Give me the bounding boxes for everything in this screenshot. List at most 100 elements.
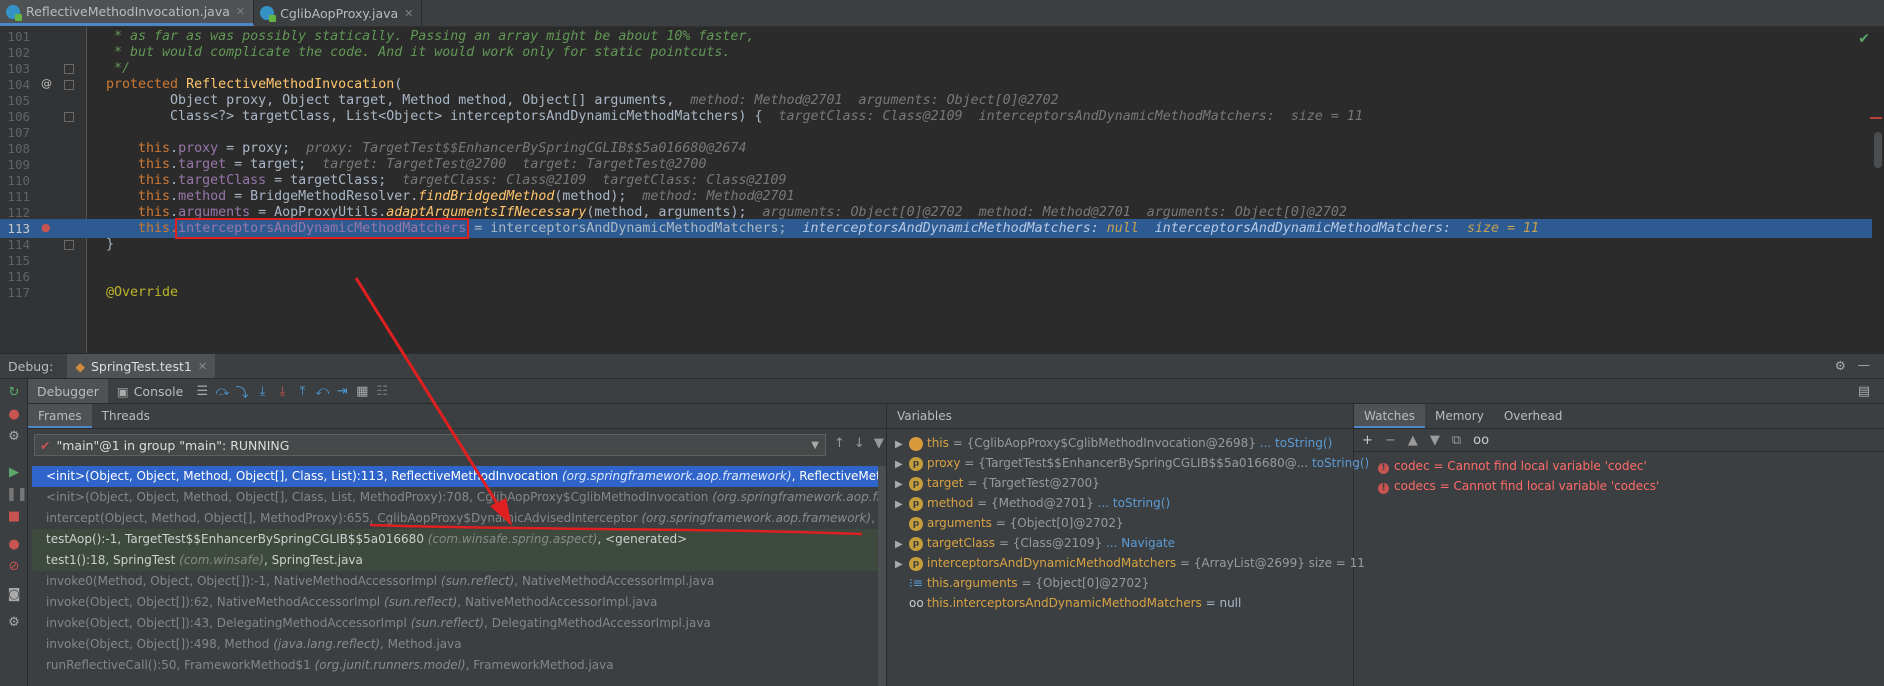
expand-arrow-icon[interactable]: ▶ xyxy=(895,435,909,455)
expand-arrow-icon[interactable]: ▶ xyxy=(895,495,909,515)
stack-frame[interactable]: runReflectiveCall():50, FrameworkMethod$… xyxy=(32,655,886,676)
tab-debugger[interactable]: Debugger xyxy=(28,379,108,403)
stack-frame[interactable]: testAop():-1, TargetTest$$EnhancerBySpri… xyxy=(32,529,886,550)
stack-frame[interactable]: test1():18, SpringTest (com.winsafe), Sp… xyxy=(32,550,886,571)
variable-row[interactable]: ▶ p interceptorsAndDynamicMethodMatchers =… xyxy=(887,553,1365,575)
arrow-down-icon[interactable]: ↓ xyxy=(854,436,865,451)
inline-debug-hint: method: Method@2701 arguments: Object[0]… xyxy=(690,93,1059,108)
inline-debug-hint: size = 11 xyxy=(1466,221,1540,236)
frames-scrollbar[interactable] xyxy=(878,466,886,686)
arrow-up-icon[interactable]: ↑ xyxy=(834,436,845,451)
fold-marker-icon[interactable] xyxy=(64,112,74,122)
variable-row[interactable]: ▶ p targetClass = {Class@2109} ... Navigat… xyxy=(887,533,1353,553)
variable-row[interactable]: ▶ p proxy = {TargetTest$$EnhancerBySpringC… xyxy=(887,453,1369,475)
step-out-icon[interactable]: ⤒ xyxy=(293,384,311,399)
tab-memory[interactable]: Memory xyxy=(1425,404,1494,428)
trace-icon[interactable]: ☷ xyxy=(373,384,391,399)
restore-layout-icon[interactable]: ▤ xyxy=(1855,384,1873,399)
settings-gear-icon[interactable]: ⚙ xyxy=(6,615,22,631)
step-over-icon[interactable]: ⤵ xyxy=(233,382,251,401)
parameter-icon: p xyxy=(909,536,923,551)
mute-breakpoints-icon[interactable]: ⊘ xyxy=(6,559,22,575)
filter-icon[interactable]: ▼ xyxy=(874,436,884,451)
inline-debug-hint: interceptorsAndDynamicMethodMatchers: xyxy=(1138,221,1467,236)
frame-navigation: ↑ ↓ ▼ xyxy=(834,436,884,451)
variable-row[interactable]: ▶ p method = {Method@2701} ... toString() xyxy=(887,493,1353,513)
close-icon[interactable]: ✕ xyxy=(198,360,207,373)
move-down-icon[interactable]: ▼ xyxy=(1430,433,1440,448)
expand-arrow-icon[interactable]: ▶ xyxy=(895,455,909,475)
fold-marker-icon[interactable] xyxy=(64,240,74,250)
variable-row[interactable]: ▶ this = {CglibAopProxy$CglibMethodInvoca… xyxy=(887,433,1353,453)
pause-icon[interactable]: ❚❚ xyxy=(6,487,28,503)
view-breakpoints-icon[interactable]: ● xyxy=(6,537,22,553)
copy-icon[interactable]: ⧉ xyxy=(1452,433,1461,448)
error-icon: ! xyxy=(1378,463,1389,474)
drop-frame-icon[interactable]: ⤺ xyxy=(313,384,331,399)
stack-frame[interactable]: intercept(Object, Method, Object[], Meth… xyxy=(32,508,886,529)
resume-icon[interactable]: ▶ xyxy=(6,465,22,481)
stack-frame[interactable]: invoke(Object, Object[]):62, NativeMetho… xyxy=(32,592,886,613)
gear-icon[interactable]: ⚙ xyxy=(1835,358,1846,373)
code-line[interactable]: 117 @Override xyxy=(0,283,1872,302)
variable-row[interactable]: ⁝≡ this.arguments = {Object[0]@2702} xyxy=(887,573,1353,593)
fold-marker-icon[interactable] xyxy=(64,64,74,74)
settings-icon[interactable]: ⚙ xyxy=(6,429,22,445)
watch-row[interactable]: ! codecs = Cannot find local variable 'co… xyxy=(1354,476,1884,496)
tab-reflective-method-invocation[interactable]: ReflectiveMethodInvocation.java ✕ xyxy=(0,0,255,26)
inline-debug-hint: method: Method@2701 xyxy=(642,189,795,204)
tab-console[interactable]: ▣ Console xyxy=(108,379,192,403)
error-stripe-mark[interactable] xyxy=(1870,117,1882,119)
stop-icon[interactable]: ■ xyxy=(6,509,22,525)
tab-cglib-aop-proxy[interactable]: CglibAopProxy.java ✕ xyxy=(254,0,423,26)
layout-icon[interactable]: ☰ xyxy=(193,384,211,399)
expand-arrow-icon[interactable]: ▶ xyxy=(895,535,909,555)
override-marker-icon[interactable]: @ xyxy=(41,77,52,90)
minimize-icon[interactable]: — xyxy=(1858,357,1871,372)
glasses-icon[interactable]: oo xyxy=(1473,433,1489,448)
stack-frame[interactable]: <init>(Object, Object, Method, Object[],… xyxy=(32,466,886,487)
force-step-into-icon[interactable]: ⤓ xyxy=(273,384,291,399)
inline-debug-hint: interceptorsAndDynamicMethodMatchers: xyxy=(802,221,1107,236)
fold-marker-icon[interactable] xyxy=(64,80,74,90)
watch-row[interactable]: ! codec = Cannot find local variable 'cod… xyxy=(1354,456,1884,476)
rerun-icon[interactable]: ↻ xyxy=(6,385,22,401)
tab-label: ReflectiveMethodInvocation.java xyxy=(26,4,230,19)
tab-threads[interactable]: Threads xyxy=(92,404,160,428)
evaluate-expression-icon[interactable]: ▦ xyxy=(353,384,371,399)
breakpoints-icon[interactable]: ● xyxy=(6,407,22,423)
inline-debug-hint: target: TargetTest@2700 target: TargetTe… xyxy=(322,157,707,172)
java-class-icon xyxy=(6,4,22,21)
tab-frames[interactable]: Frames xyxy=(28,404,92,428)
stack-frame[interactable]: invoke(Object, Object[]):498, Method (ja… xyxy=(32,634,886,655)
breakpoint-icon[interactable]: ● xyxy=(41,221,51,234)
variable-row[interactable]: oo this.interceptorsAndDynamicMethodMatch… xyxy=(887,593,1353,613)
session-label: SpringTest.test1 xyxy=(90,358,192,374)
close-icon[interactable]: ✕ xyxy=(236,5,245,18)
close-icon[interactable]: ✕ xyxy=(404,7,413,20)
add-icon[interactable]: + xyxy=(1362,433,1373,448)
debug-session-tab[interactable]: ◆ SpringTest.test1 ✕ xyxy=(67,354,216,378)
camera-icon[interactable]: ◙ xyxy=(6,587,22,603)
code-editor[interactable]: 101 * as far as was possibly statically.… xyxy=(0,27,1884,353)
watch-glasses-icon: oo xyxy=(909,596,924,610)
step-into-icon[interactable]: ⤓ xyxy=(253,384,271,399)
inspection-ok-icon[interactable]: ✔ xyxy=(1858,31,1870,47)
stack-frame[interactable]: invoke0(Method, Object, Object[]):-1, Na… xyxy=(32,571,886,592)
tab-watches[interactable]: Watches xyxy=(1354,404,1425,428)
highlighted-field: interceptorsAndDynamicMethodMatchers xyxy=(175,218,470,239)
editor-tab-bar: ReflectiveMethodInvocation.java ✕ CglibA… xyxy=(0,0,1884,27)
variable-row[interactable]: p arguments = {Object[0]@2702} xyxy=(887,513,1353,533)
tab-overhead[interactable]: Overhead xyxy=(1494,404,1573,428)
expand-arrow-icon[interactable]: ▶ xyxy=(895,555,909,575)
expand-arrow-icon[interactable]: ▶ xyxy=(895,475,909,495)
show-execution-point-icon[interactable]: ⤼ xyxy=(213,384,231,399)
stack-frame[interactable]: <init>(Object, Object, Method, Object[],… xyxy=(32,487,886,508)
stack-frame[interactable]: invoke(Object, Object[]):43, DelegatingM… xyxy=(32,613,886,634)
move-up-icon[interactable]: ▲ xyxy=(1408,433,1418,448)
run-to-cursor-icon[interactable]: ⇥ xyxy=(333,384,351,399)
editor-scrollbar[interactable] xyxy=(1874,132,1882,168)
variable-row[interactable]: ▶ p target = {TargetTest@2700} xyxy=(887,473,1353,493)
thread-selector[interactable]: ✔ "main"@1 in group "main": RUNNING ▼ xyxy=(34,434,826,456)
remove-icon[interactable]: − xyxy=(1385,433,1396,448)
